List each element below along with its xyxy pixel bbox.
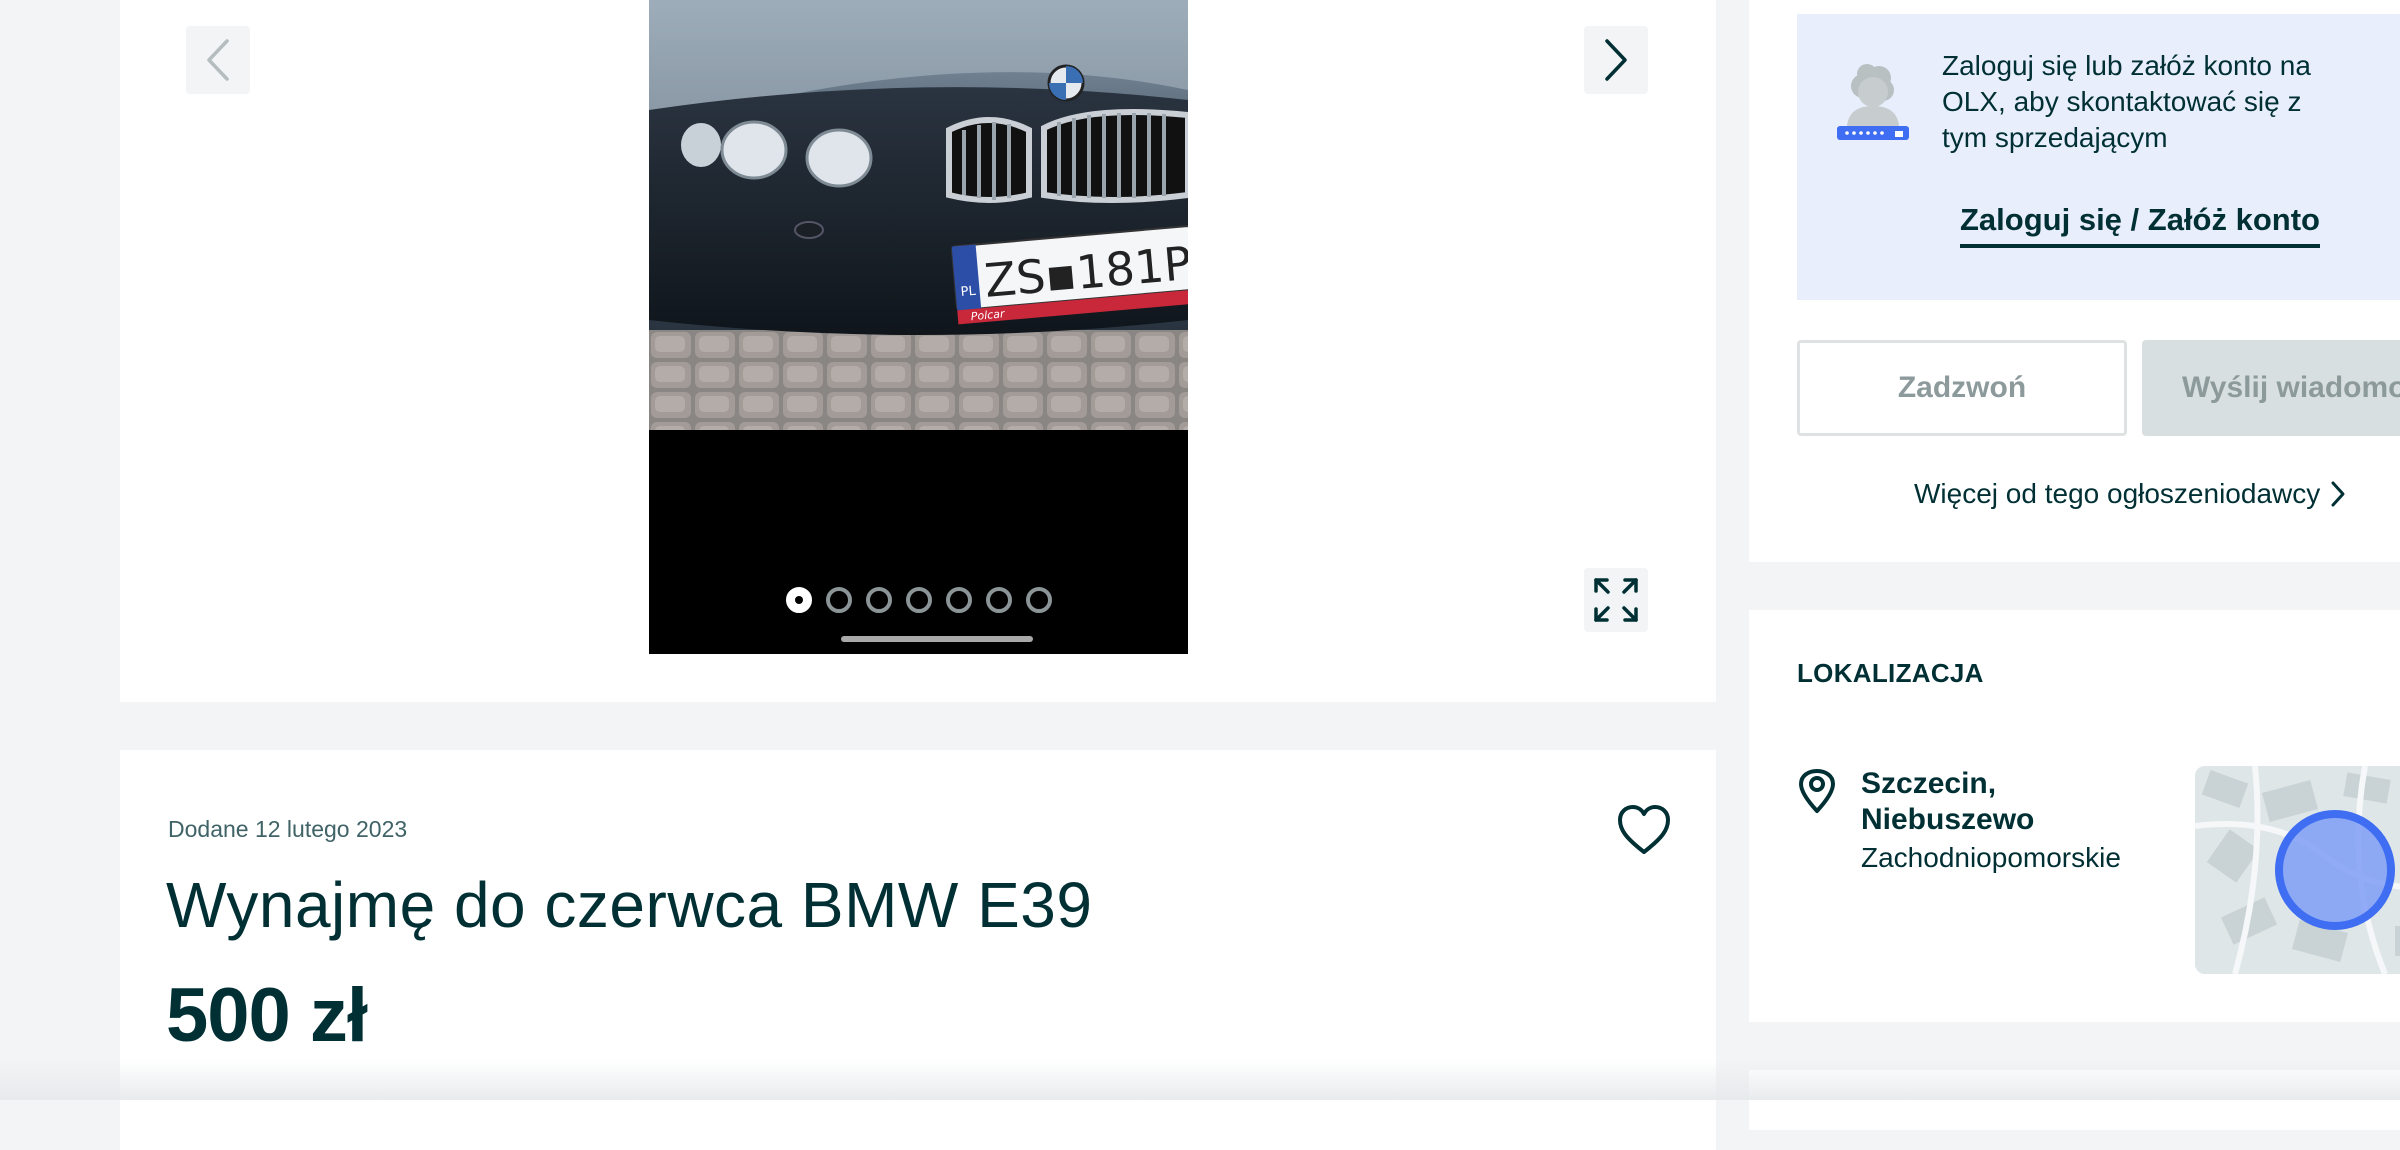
heart-icon <box>1618 805 1670 854</box>
chevron-right-icon <box>2331 481 2345 507</box>
ad-added-date: Dodane 12 lutego 2023 <box>168 816 408 842</box>
gallery-dot[interactable] <box>1025 587 1052 613</box>
more-from-seller-label: Więcej od tego ogłoszeniodawcy <box>1914 478 2321 509</box>
location-card: LOKALIZACJA Szczecin, Niebuszewo Zachodn… <box>1749 610 2400 1022</box>
login-prompt-text: Zaloguj się lub załóż konto na OLX, aby … <box>1942 50 2311 153</box>
send-message-button[interactable]: Wyślij wiadomość <box>2142 340 2400 436</box>
photo-home-indicator <box>841 636 1033 642</box>
map-thumbnail <box>2195 766 2400 974</box>
location-region: Zachodniopomorskie <box>1861 842 2121 873</box>
more-from-seller-link[interactable]: Więcej od tego ogłoszeniodawcy <box>1914 478 2346 510</box>
chevron-right-icon <box>1605 39 1627 81</box>
fullscreen-button[interactable] <box>1584 568 1648 632</box>
location-city: Szczecin, Niebuszewo <box>1861 767 2035 836</box>
login-prompt-box: Zaloguj się lub załóż konto na OLX, aby … <box>1797 14 2400 300</box>
gallery-photo[interactable]: PL ZS▪181PT Polcar <box>649 0 1188 654</box>
expand-icon <box>1594 578 1638 622</box>
gallery-card: PL ZS▪181PT Polcar <box>120 0 1716 702</box>
user-avatar-icon <box>1837 60 1911 148</box>
gallery-dot[interactable] <box>985 587 1012 613</box>
car-photo: PL ZS▪181PT Polcar <box>649 0 1188 654</box>
gallery-dot[interactable] <box>945 587 972 613</box>
login-register-link[interactable]: Zaloguj się / Załóż konto <box>1960 202 2320 248</box>
location-pin-icon <box>1797 768 1837 818</box>
chevron-left-icon <box>207 39 229 81</box>
gallery-dot[interactable] <box>865 587 892 613</box>
gallery-dot[interactable] <box>825 587 852 613</box>
gallery-prev-button[interactable] <box>186 26 250 94</box>
plate-country: PL <box>960 284 977 300</box>
call-button[interactable]: Zadzwoń <box>1797 340 2127 436</box>
contact-card: Zaloguj się lub załóż konto na OLX, aby … <box>1749 0 2400 562</box>
bottom-fade <box>0 1060 2400 1100</box>
gallery-dot[interactable] <box>905 587 932 613</box>
location-map[interactable] <box>2195 766 2400 974</box>
gallery-next-button[interactable] <box>1584 26 1648 94</box>
gallery-dots <box>649 587 1188 617</box>
gallery-dot[interactable] <box>785 587 812 613</box>
location-heading: LOKALIZACJA <box>1797 658 1984 688</box>
ad-price: 500 zł <box>166 973 368 1058</box>
favorite-button[interactable] <box>1616 804 1672 856</box>
map-marker-area <box>2275 810 2395 930</box>
ad-title: Wynajmę do czerwca BMW E39 <box>166 869 1093 941</box>
